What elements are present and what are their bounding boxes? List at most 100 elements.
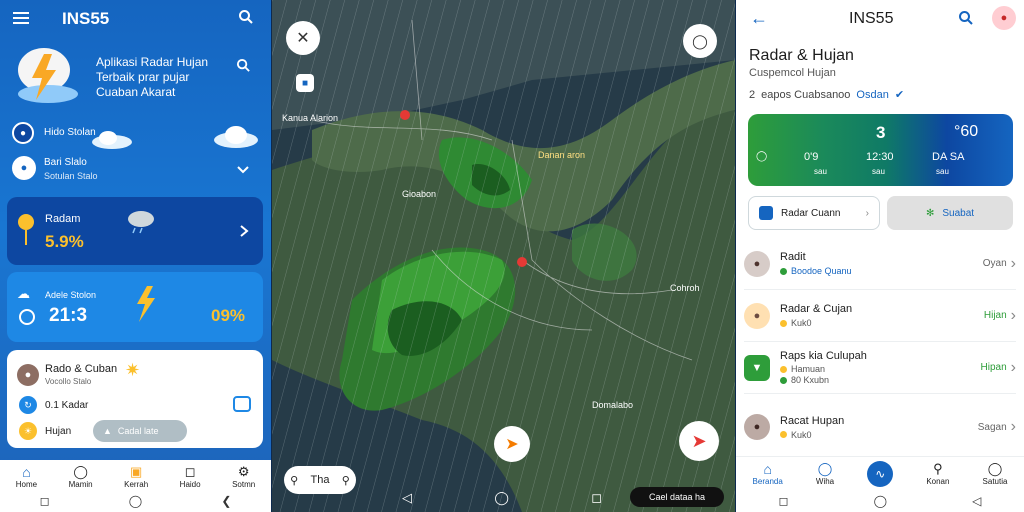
chevron-right-icon[interactable] bbox=[239, 224, 249, 243]
nav-beranda[interactable]: ⌂ Beranda bbox=[753, 461, 783, 486]
chat-icon: ◻ bbox=[184, 463, 196, 479]
sun-icon: ✷ bbox=[125, 360, 141, 380]
settings-icon: ◯ bbox=[987, 461, 1003, 476]
right-page-title: Radar & Hujan bbox=[749, 47, 854, 64]
chevron-right-icon: › bbox=[865, 207, 869, 219]
stats-shield-icon: ◯ bbox=[756, 151, 768, 162]
data-chip-label: Cadal late bbox=[117, 426, 159, 436]
submit-button[interactable]: ✻ Suabat bbox=[887, 196, 1013, 230]
list-item[interactable]: ● Radar & Cujan Kuk0 Hijan › bbox=[744, 290, 1016, 342]
layers-icon[interactable]: ◯ bbox=[683, 24, 717, 58]
settings-icon: ⚙ bbox=[237, 463, 250, 479]
home-button-icon[interactable]: ◯ bbox=[494, 490, 509, 506]
list-item[interactable]: ▼ Raps kia Culupah Hamuan 80 Kxubn Hipan… bbox=[744, 342, 1016, 394]
data-chip[interactable]: ▲ Cadal late bbox=[93, 420, 187, 442]
radar-cuban-card[interactable]: ● Rado & Cuban Vocollo Stalo ✷ ↻ 0.1 Kad… bbox=[7, 350, 263, 448]
user-pin-icon: ⚲ bbox=[290, 474, 299, 487]
status-dot-icon bbox=[780, 376, 787, 384]
list-item-title: Raps kia Culupah bbox=[780, 350, 867, 362]
radar-button-icon bbox=[759, 206, 773, 220]
radar-map-panel[interactable]: Kanua Alarion Danan aron Gioabon Cohroh … bbox=[272, 0, 735, 512]
nav-satutia-label: Satutia bbox=[982, 477, 1008, 486]
home-icon: ⌂ bbox=[22, 463, 31, 480]
map-legend-pill[interactable]: Cael dataa ha bbox=[630, 487, 724, 507]
chevron-right-icon: › bbox=[1010, 358, 1016, 376]
right-search-icon[interactable] bbox=[958, 10, 974, 31]
nav-sotmn[interactable]: ⚙ Sotmn bbox=[232, 464, 255, 489]
nav-haido[interactable]: ◻ Haido bbox=[180, 464, 201, 489]
back-icon[interactable]: ◁ bbox=[402, 490, 412, 506]
locate-icon[interactable]: ➤ bbox=[494, 426, 530, 462]
submit-button-label: Suabat bbox=[942, 207, 975, 219]
hero-text: Aplikasi Radar Hujan Terbaik prar pujar … bbox=[96, 55, 208, 100]
map-label-city4: Cohroh bbox=[670, 283, 700, 293]
nav-wiha[interactable]: ◯ Wiha bbox=[816, 461, 834, 486]
home-button-icon[interactable]: ◯ bbox=[874, 494, 887, 508]
home-button-icon[interactable]: ◯ bbox=[129, 494, 142, 508]
list-item-action[interactable]: Hijan bbox=[984, 310, 1007, 321]
stats-value-b: 12:30 bbox=[866, 151, 894, 163]
list-item-sub: Kuk0 bbox=[791, 318, 812, 328]
list-item-action[interactable]: Sagan bbox=[978, 422, 1007, 433]
radar-button-label: Radar Cuann bbox=[781, 207, 841, 219]
search-icon[interactable] bbox=[238, 9, 254, 30]
right-subtitle: Cuspemcol Hujan bbox=[749, 67, 836, 79]
weather-percent: 09% bbox=[211, 306, 246, 325]
nav-center[interactable]: ∿ bbox=[867, 460, 894, 487]
recent-apps-icon[interactable]: ◻ bbox=[40, 494, 50, 508]
meta-tag[interactable]: Osdan bbox=[856, 89, 888, 101]
nav-mamin-label: Mamin bbox=[68, 479, 93, 489]
list-item-title: Radar & Cujan bbox=[780, 303, 853, 315]
weather-time-card[interactable]: ☁ Adele Stolon 21:3 09% bbox=[7, 272, 263, 342]
grid-icon: ▣ bbox=[130, 463, 143, 479]
back-icon[interactable]: ❮ bbox=[221, 494, 231, 508]
user-avatar[interactable]: ● bbox=[992, 6, 1016, 30]
search-icon-secondary[interactable] bbox=[236, 58, 251, 78]
search-icon: ⚲ bbox=[933, 461, 943, 476]
radar-card[interactable]: Radam 5.9% bbox=[7, 197, 263, 265]
status-dot-icon bbox=[780, 267, 787, 275]
status-dot-icon bbox=[780, 365, 787, 373]
back-icon[interactable]: ◁ bbox=[972, 494, 981, 508]
map-search-pill[interactable]: ⚲ Tha ⚲ bbox=[284, 466, 356, 494]
nav-home-label: Home bbox=[15, 479, 38, 489]
map-pin-1[interactable] bbox=[400, 110, 410, 120]
stats-card[interactable]: 3 °60 ◯ 0'9 12:30 DA SA sau sau sau bbox=[748, 114, 1013, 186]
list-item[interactable]: ● Radit Boodoe Quanu Oyan › bbox=[744, 238, 1016, 290]
weather-time-title: Adele Stolon bbox=[45, 290, 97, 300]
camera-icon[interactable] bbox=[233, 396, 251, 412]
nav-kerrah[interactable]: ▣ Kerrah bbox=[124, 464, 148, 489]
list-item-action[interactable]: Oyan bbox=[983, 258, 1007, 269]
nav-wiha-label: Wiha bbox=[815, 477, 835, 486]
list-item[interactable]: ● Racat Hupan Kuk0 Sagan › bbox=[744, 401, 1016, 453]
hero-line-3: Cuaban Akarat bbox=[96, 85, 176, 99]
radar-button[interactable]: Radar Cuann › bbox=[748, 196, 880, 230]
status-dot-icon bbox=[780, 319, 787, 327]
map-label-city2: Danan aron bbox=[538, 150, 586, 160]
chevron-right-icon: › bbox=[1010, 254, 1016, 272]
back-arrow-icon[interactable]: ← bbox=[750, 8, 768, 29]
submit-icon: ✻ bbox=[925, 207, 935, 219]
row2-label-1: Bari Slalo bbox=[44, 157, 87, 168]
chip-icon: ▲ bbox=[103, 426, 112, 436]
pulse-icon: ∿ bbox=[867, 460, 894, 487]
menu-icon[interactable] bbox=[12, 10, 30, 26]
nav-konan-label: Konan bbox=[926, 477, 950, 486]
nav-home[interactable]: ⌂ Home bbox=[16, 464, 37, 489]
map-pin-2[interactable] bbox=[517, 257, 527, 267]
recent-apps-icon[interactable]: ◻ bbox=[591, 490, 602, 506]
nav-konan[interactable]: ⚲ Konan bbox=[926, 461, 949, 486]
radar-cuban-title: Rado & Cuban bbox=[45, 363, 118, 375]
recent-apps-icon[interactable]: ◻ bbox=[779, 494, 789, 508]
app-title: INS55 bbox=[62, 9, 110, 28]
nav-satutia[interactable]: ◯ Satutia bbox=[983, 461, 1008, 486]
chevron-down-icon[interactable] bbox=[236, 162, 250, 180]
list-item-avatar: ▼ bbox=[744, 354, 770, 381]
hujan-chip[interactable]: Hujan bbox=[45, 426, 71, 437]
compass-icon[interactable]: ➤ bbox=[679, 421, 719, 461]
close-icon[interactable]: ✕ bbox=[286, 21, 320, 55]
list-item-action[interactable]: Hipan bbox=[981, 362, 1007, 373]
nav-mamin[interactable]: ◯ Mamin bbox=[69, 464, 93, 489]
cloud-icon-large bbox=[212, 125, 260, 154]
pin-icon bbox=[17, 213, 35, 252]
